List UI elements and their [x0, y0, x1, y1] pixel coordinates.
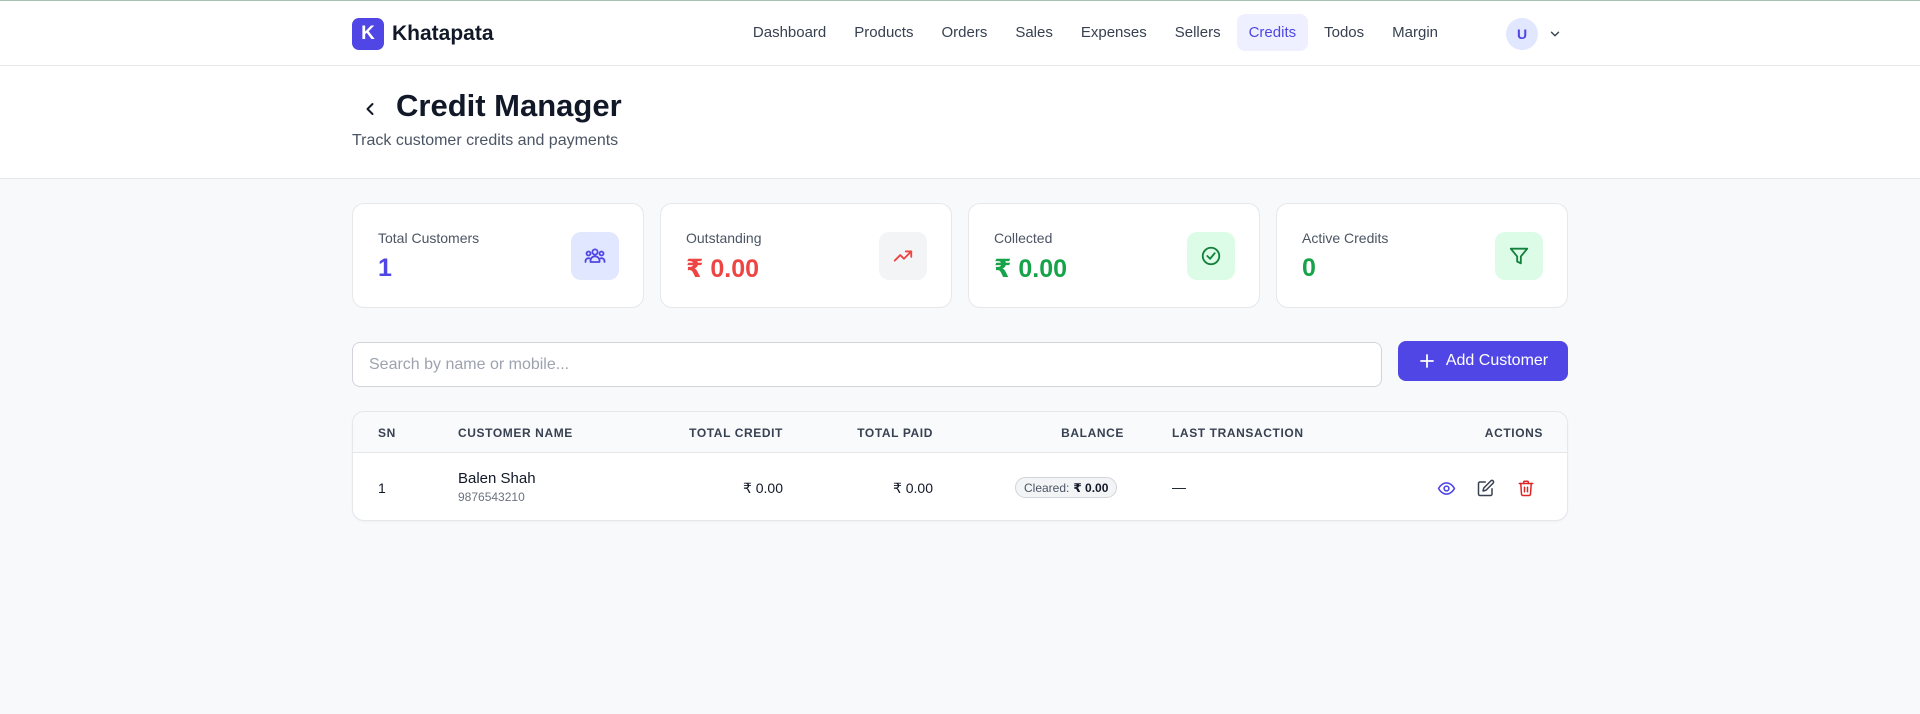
search-input[interactable]: [352, 342, 1382, 387]
back-button[interactable]: [356, 95, 384, 123]
nav-expenses[interactable]: Expenses: [1069, 14, 1159, 51]
trending-up-icon: [879, 232, 927, 280]
add-customer-button[interactable]: Add Customer: [1398, 341, 1568, 381]
search-wrap: [352, 342, 1382, 387]
nav-todos[interactable]: Todos: [1312, 14, 1376, 51]
th-total-credit: TOTAL CREDIT: [689, 426, 783, 440]
navbar: K Khatapata Dashboard Products Orders Sa…: [0, 1, 1920, 66]
nav-credits[interactable]: Credits: [1236, 14, 1309, 51]
check-circle-icon: [1187, 232, 1235, 280]
customers-table: SN CUSTOMER NAME TOTAL CREDIT TOTAL PAID…: [352, 411, 1568, 521]
brand-logo: K: [352, 18, 384, 50]
cell-sn: 1: [378, 480, 386, 496]
table-row[interactable]: 1 Balen Shah 9876543210 ₹ 0.00 ₹ 0.00 Cl…: [353, 454, 1567, 520]
nav-sales[interactable]: Sales: [1003, 14, 1065, 51]
avatar: U: [1506, 18, 1538, 50]
nav-orders[interactable]: Orders: [929, 14, 999, 51]
stats-row: Total Customers 1 Outstanding ₹ 0.00 Col…: [352, 203, 1568, 308]
cell-last-transaction: —: [1172, 479, 1186, 495]
stat-value: 0: [1302, 254, 1316, 282]
th-actions: ACTIONS: [1484, 426, 1543, 440]
cell-customer-name: Balen Shah: [458, 470, 536, 487]
edit-icon: [1477, 479, 1495, 497]
nav-margin[interactable]: Margin: [1380, 14, 1450, 51]
add-customer-label: Add Customer: [1445, 352, 1549, 369]
status-badge: Cleared: ₹ 0.00: [1015, 477, 1118, 498]
nav-sellers[interactable]: Sellers: [1163, 14, 1233, 51]
cell-total-paid: ₹ 0.00: [892, 480, 933, 496]
stat-value: ₹ 0.00: [994, 255, 1067, 283]
eye-icon: [1437, 481, 1455, 495]
th-customer-name: CUSTOMER NAME: [458, 426, 573, 440]
stat-value: 1: [378, 254, 392, 282]
delete-button[interactable]: [1515, 477, 1537, 499]
main-nav: Dashboard Products Orders Sales Expenses…: [741, 14, 1450, 51]
th-total-paid: TOTAL PAID: [857, 426, 933, 440]
user-menu[interactable]: U: [1506, 18, 1562, 50]
chevron-left-icon: [366, 103, 374, 115]
chevron-down-icon: [1550, 31, 1560, 37]
stat-value: ₹ 0.00: [686, 255, 759, 283]
plus-icon: [1419, 354, 1434, 368]
stat-label: Outstanding: [686, 230, 762, 246]
stat-card-active-credits: Active Credits 0: [1276, 203, 1568, 308]
badge-status: Cleared:: [1024, 480, 1070, 495]
edit-button[interactable]: [1475, 477, 1497, 499]
filter-icon: [1495, 232, 1543, 280]
brand[interactable]: K Khatapata: [352, 18, 494, 50]
stat-label: Total Customers: [378, 230, 480, 246]
trash-icon: [1518, 480, 1534, 497]
nav-dashboard[interactable]: Dashboard: [741, 14, 838, 51]
badge-amount: ₹ 0.00: [1073, 480, 1109, 495]
cell-customer-mobile: 9876543210: [458, 490, 525, 504]
stat-card-total-customers: Total Customers 1: [352, 203, 644, 308]
cell-total-credit: ₹ 0.00: [742, 480, 783, 496]
table-header: SN CUSTOMER NAME TOTAL CREDIT TOTAL PAID…: [353, 412, 1567, 453]
page-title: Credit Manager: [396, 88, 622, 123]
users-icon: [571, 232, 619, 280]
th-last-transaction: LAST TRANSACTION: [1172, 426, 1304, 440]
page-subtitle: Track customer credits and payments: [352, 132, 619, 149]
nav-products[interactable]: Products: [842, 14, 925, 51]
view-button[interactable]: [1435, 477, 1457, 499]
brand-name: Khatapata: [392, 22, 494, 45]
th-balance: BALANCE: [1061, 426, 1124, 440]
stat-card-collected: Collected ₹ 0.00: [968, 203, 1260, 308]
stat-label: Active Credits: [1302, 230, 1389, 246]
stat-label: Collected: [994, 230, 1053, 246]
th-sn: SN: [378, 426, 396, 440]
stat-card-outstanding: Outstanding ₹ 0.00: [660, 203, 952, 308]
page-header: Credit Manager Track customer credits an…: [0, 66, 1920, 179]
